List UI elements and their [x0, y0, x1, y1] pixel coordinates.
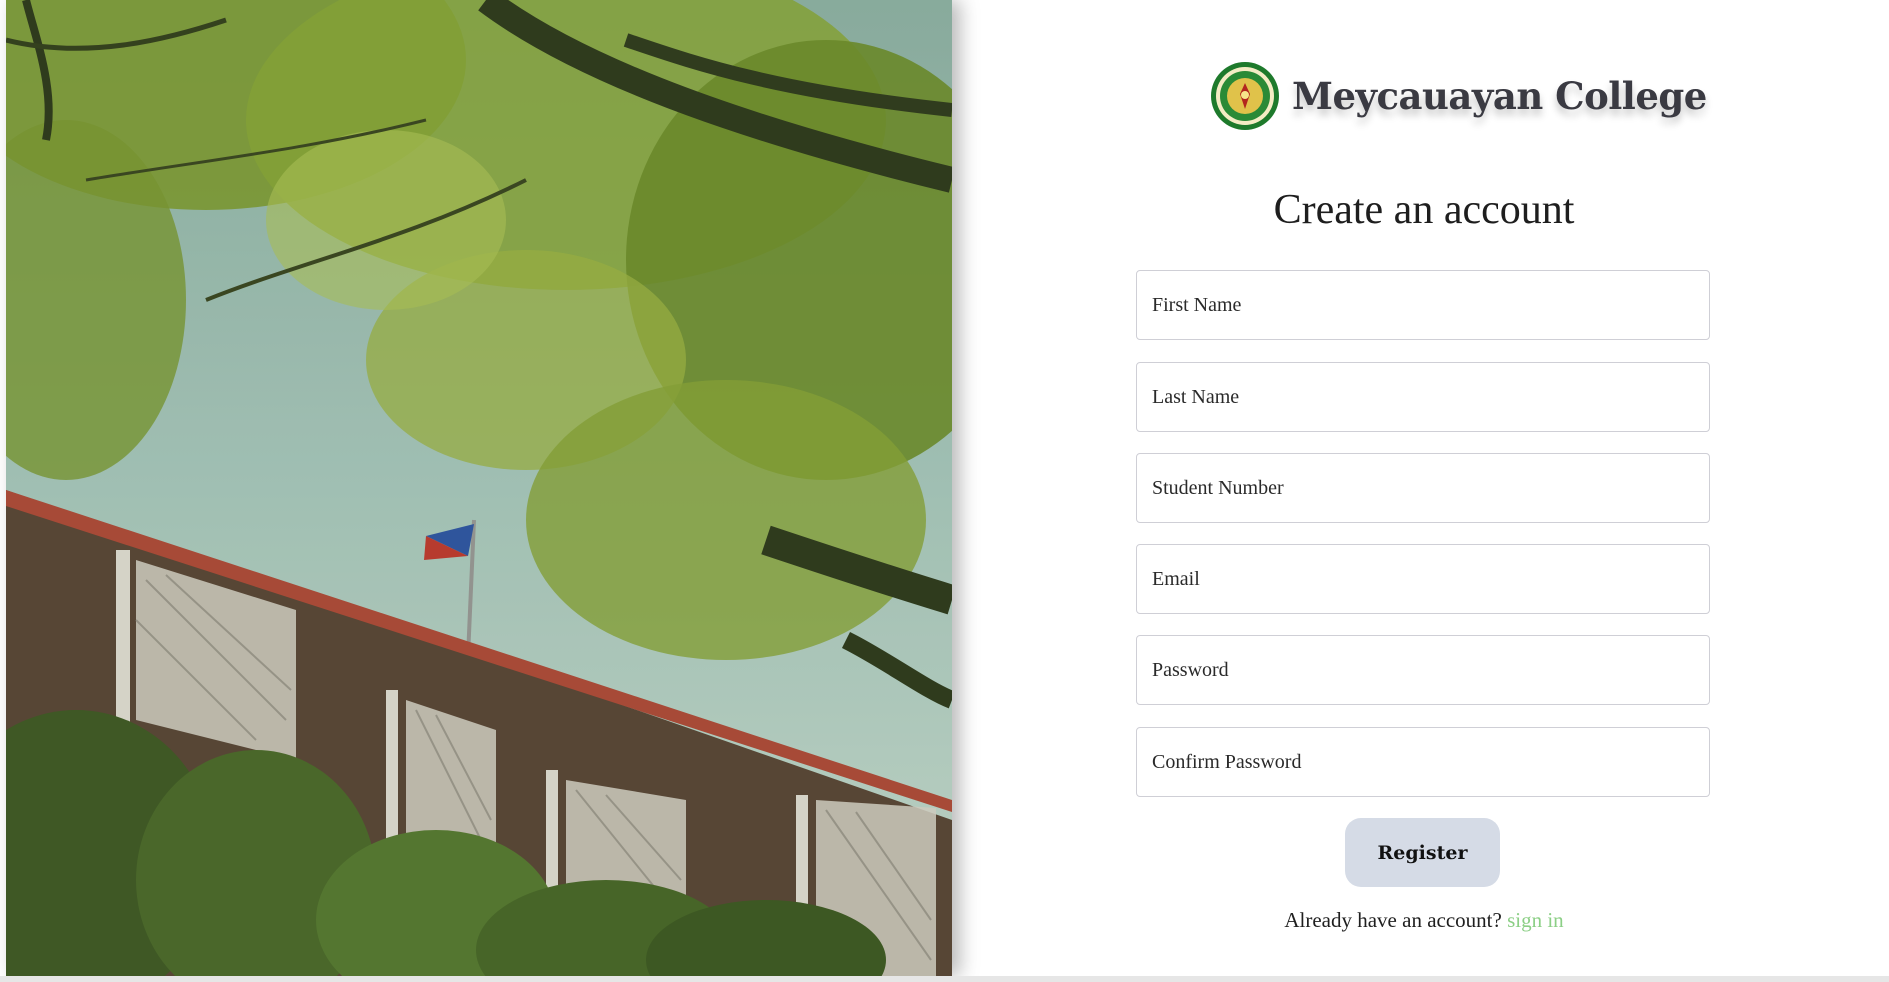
confirm-password-field[interactable]	[1136, 727, 1710, 797]
signin-link[interactable]: sign in	[1507, 908, 1564, 932]
brand-header: Meycauayan College	[1210, 58, 1707, 134]
page-bottom-border	[0, 976, 1889, 982]
last-name-field[interactable]	[1136, 362, 1710, 432]
form-title: Create an account	[1273, 187, 1575, 233]
signin-prompt: Already have an account? sign in	[1136, 908, 1712, 933]
student-number-field[interactable]	[1136, 453, 1710, 523]
register-button[interactable]: Register	[1345, 818, 1500, 887]
register-page: Meycauayan College Create an account Reg…	[0, 0, 1889, 982]
college-seal-icon	[1210, 61, 1280, 131]
email-field[interactable]	[1136, 544, 1710, 614]
password-field[interactable]	[1136, 635, 1710, 705]
signin-prompt-text: Already have an account?	[1284, 908, 1502, 932]
first-name-field[interactable]	[1136, 270, 1710, 340]
campus-photo	[6, 0, 952, 976]
college-name: Meycauayan College	[1292, 74, 1707, 118]
